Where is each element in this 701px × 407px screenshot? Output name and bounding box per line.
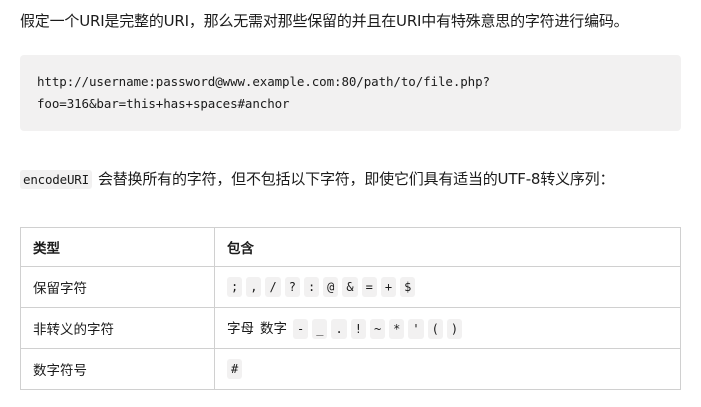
char-chip: @ <box>323 277 339 297</box>
table-header-row: 类型 包含 <box>20 227 681 267</box>
char-chip: $ <box>400 277 416 297</box>
char-chip: + <box>380 277 397 297</box>
row-type-cell: 数字符号 <box>20 348 215 390</box>
char-chip: ; <box>227 277 243 297</box>
table-row: 保留字符 ;, /?: @ & = + $ <box>20 266 681 308</box>
column-header-includes: 包含 <box>214 227 681 267</box>
char-chip: ( <box>427 319 443 339</box>
row-chars-cell: 字母 数字 - _.! ~ * '() <box>214 307 681 349</box>
char-chip: * <box>389 319 405 339</box>
table-row: 数字符号 # <box>20 348 681 390</box>
char-chip: ! <box>350 319 366 339</box>
char-chip: & <box>342 277 358 297</box>
row-chars-cell: # <box>214 348 681 390</box>
char-chip: - <box>293 319 309 339</box>
char-chip: ' <box>408 319 424 339</box>
char-chip: , <box>246 277 262 297</box>
code-block: http://username:password@www.example.com… <box>20 55 681 131</box>
plain-label: 字母 <box>227 321 254 337</box>
char-chip: : <box>303 277 320 297</box>
table-row: 非转义的字符 字母 数字 - _.! ~ * '() <box>20 307 681 349</box>
char-chip: ~ <box>369 319 386 339</box>
plain-label: 数字 <box>260 321 287 337</box>
intro-paragraph: 假定一个URI是完整的URI，那么无需对那些保留的并且在URI中有特殊意思的字符… <box>20 12 629 30</box>
row-chars-cell: ;, /?: @ & = + $ <box>214 266 681 308</box>
char-chip: ) <box>446 319 463 339</box>
char-chip: # <box>227 359 243 379</box>
row-type-cell: 非转义的字符 <box>20 307 215 349</box>
char-chip: = <box>361 277 377 297</box>
char-chip: ? <box>284 277 300 297</box>
column-header-type: 类型 <box>20 227 215 267</box>
char-chip: _ <box>312 319 328 339</box>
code-line: http://username:password@www.example.com… <box>37 74 490 89</box>
char-chip: . <box>331 319 347 339</box>
character-table: 类型 包含 保留字符 ;, /?: @ & = + $ 非转义的字符 字母 数字 - _.! ~ * '… <box>20 227 681 390</box>
inline-code: encodeURI <box>20 170 92 189</box>
description-text: 会替换所有的字符，但不包括以下字符，即使它们具有适当的UTF-8转义序列： <box>97 170 615 188</box>
char-chip: / <box>265 277 281 297</box>
row-type-cell: 保留字符 <box>20 266 215 308</box>
code-line: foo=316&bar=this+has+spaces#anchor <box>37 96 290 111</box>
description-paragraph: encodeURI 会替换所有的字符，但不包括以下字符，即使它们具有适当的UTF-… <box>20 168 614 191</box>
